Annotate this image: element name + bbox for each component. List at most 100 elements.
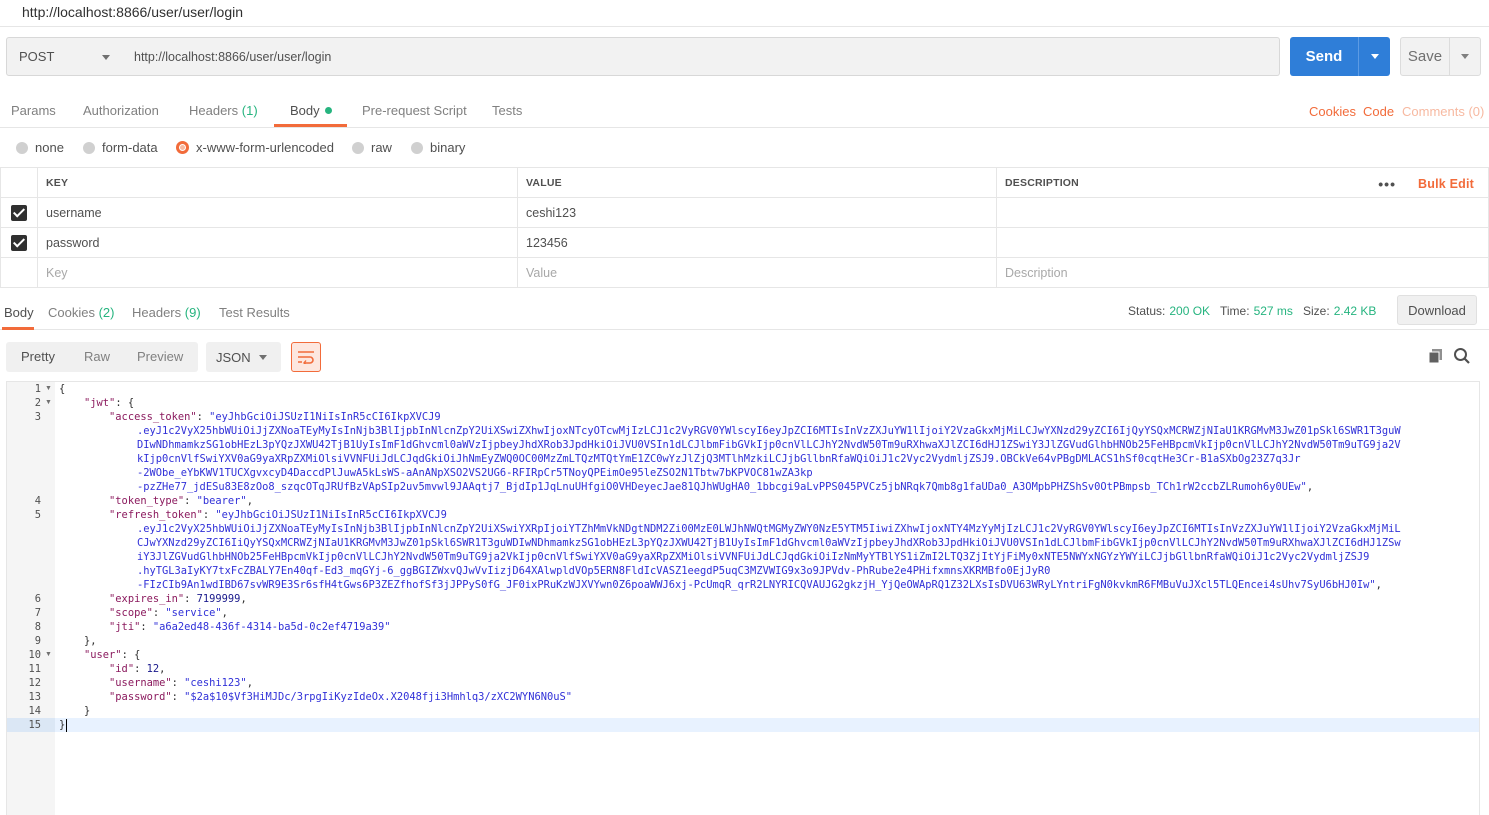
- more-options-icon[interactable]: •••: [1378, 176, 1396, 192]
- table-header-row: KEY VALUE DESCRIPTION ••• Bulk Edit: [0, 167, 1489, 198]
- key-placeholder-input[interactable]: Key: [37, 257, 518, 288]
- response-tabs: Body Cookies (2) Headers (9) Test Result…: [0, 296, 1489, 330]
- tab-response-cookies[interactable]: Cookies (2): [48, 305, 114, 320]
- checkbox-checked-icon[interactable]: [11, 234, 27, 251]
- radio-form-data[interactable]: form-data: [83, 140, 158, 155]
- active-tab-indicator: [274, 124, 347, 127]
- code-line: -FIzCIb9An1wdIBD67svWR9E3Sr6sfH4tGws6P3Z…: [137, 579, 1382, 591]
- fold-arrow-icon[interactable]: ▼: [45, 385, 52, 392]
- bulk-edit-link[interactable]: Bulk Edit: [1418, 177, 1474, 191]
- line-number: 8: [34, 621, 41, 633]
- radio-selected-icon: [176, 141, 189, 154]
- tab-headers-count: (9): [184, 305, 201, 320]
- tab-authorization[interactable]: Authorization: [83, 103, 159, 118]
- description-placeholder-input[interactable]: Description: [996, 257, 1489, 288]
- request-title: http://localhost:8866/user/user/login: [22, 4, 244, 20]
- send-label: Send: [1305, 48, 1343, 65]
- copy-icon[interactable]: [1428, 348, 1444, 364]
- line-number: 13: [28, 691, 41, 703]
- code-line: -pzZHe77_jdESu83E8zOo8_szqcOTqJRUfBzVApS…: [137, 481, 1314, 493]
- code-line: .hyTGL3aIyKY7txFcZBALY7En40qf-Ed3_mqGYj-…: [137, 565, 1051, 577]
- tab-body[interactable]: Body: [290, 103, 332, 118]
- fold-arrow-icon[interactable]: ▼: [45, 651, 52, 658]
- tab-prerequest-script[interactable]: Pre-request Script: [362, 103, 467, 118]
- view-pretty-button[interactable]: Pretty: [21, 349, 55, 364]
- wrap-lines-button[interactable]: [291, 342, 321, 372]
- radio-binary[interactable]: binary: [411, 140, 465, 155]
- radio-none[interactable]: none: [16, 140, 64, 155]
- radio-x-www-form-urlencoded[interactable]: x-www-form-urlencoded: [176, 140, 334, 155]
- view-preview-button[interactable]: Preview: [137, 349, 183, 364]
- table-row: username ceshi123: [0, 197, 1489, 228]
- radio-label: raw: [371, 140, 392, 155]
- tab-params[interactable]: Params: [11, 103, 56, 118]
- format-label: JSON: [216, 349, 251, 365]
- header-cell: [0, 167, 38, 198]
- description-cell[interactable]: [996, 197, 1489, 228]
- tab-headers[interactable]: Headers (1): [189, 103, 258, 118]
- radio-label: x-www-form-urlencoded: [196, 140, 334, 155]
- value-cell[interactable]: ceshi123: [517, 197, 997, 228]
- download-button[interactable]: Download: [1397, 295, 1477, 325]
- tab-response-headers[interactable]: Headers (9): [132, 305, 201, 320]
- search-icon[interactable]: [1453, 347, 1471, 365]
- value-cell[interactable]: 123456: [517, 227, 997, 258]
- tab-response-body[interactable]: Body: [4, 305, 34, 320]
- line-number: 9: [34, 635, 41, 647]
- code-line: "refresh_token": "eyJhbGciOiJSUzI1NiIsIn…: [109, 509, 447, 521]
- description-cell[interactable]: [996, 227, 1489, 258]
- format-select[interactable]: JSON: [206, 342, 281, 372]
- code-line: "scope": "service",: [109, 607, 228, 619]
- method-label: POST: [19, 49, 55, 64]
- radio-icon: [352, 141, 364, 154]
- code-line: "user": {: [84, 649, 141, 661]
- radio-label: none: [35, 140, 64, 155]
- view-raw-button[interactable]: Raw: [84, 349, 110, 364]
- radio-icon: [83, 141, 95, 154]
- radio-icon: [411, 141, 423, 154]
- status-value: 200 OK: [1169, 304, 1211, 318]
- url-text: http://localhost:8866/user/user/login: [134, 49, 332, 64]
- cookies-link[interactable]: Cookies: [1309, 104, 1356, 119]
- line-number: 10: [28, 649, 41, 661]
- key-cell[interactable]: password: [37, 227, 518, 258]
- line-number: 3: [34, 411, 41, 423]
- radio-raw[interactable]: raw: [352, 140, 392, 155]
- row-checkbox-cell: [0, 227, 38, 258]
- code-line: "access_token": "eyJhbGciOiJSUzI1NiIsInR…: [109, 411, 441, 423]
- divider: [0, 26, 1489, 27]
- chevron-down-icon: [1370, 54, 1379, 59]
- save-label: Save: [1407, 48, 1443, 65]
- code-line: CJwYXNzd29yZCI6IiQyYSQxMCRWZjNIaU1KRGMvM…: [137, 537, 1401, 549]
- code-line: DIwNDhmamkzSG1obHEzL3pYQzJXWU42TjB1UyIsI…: [137, 439, 1401, 451]
- code-link[interactable]: Code: [1363, 104, 1394, 119]
- code-line: "id": 12,: [109, 663, 166, 675]
- response-body-editor[interactable]: 1 2 3 4 5 6 7 8 9 10 11 12 13 14 15 ▼ ▼ …: [6, 381, 1480, 815]
- method-select[interactable]: POST: [6, 37, 123, 76]
- code-line: }: [84, 705, 91, 717]
- key-cell[interactable]: username: [37, 197, 518, 228]
- header-description: DESCRIPTION ••• Bulk Edit: [996, 167, 1489, 198]
- tab-cookies-count: (2): [98, 305, 115, 320]
- url-input[interactable]: http://localhost:8866/user/user/login: [122, 37, 1280, 76]
- code-line: }: [59, 719, 66, 731]
- line-number: 11: [28, 663, 41, 675]
- code-line: "expires_in": 7199999,: [109, 593, 247, 605]
- chevron-down-icon: [259, 355, 267, 360]
- fold-arrow-icon[interactable]: ▼: [45, 399, 52, 406]
- checkbox-checked-icon[interactable]: [11, 204, 27, 221]
- save-options-button[interactable]: [1450, 54, 1480, 59]
- save-button[interactable]: Save: [1400, 37, 1481, 76]
- text-cursor: [66, 719, 67, 732]
- tab-tests[interactable]: Tests: [492, 103, 522, 118]
- header-value: VALUE: [517, 167, 997, 198]
- header-description-label: DESCRIPTION: [1005, 176, 1079, 189]
- tab-test-results[interactable]: Test Results: [219, 305, 290, 320]
- row-checkbox-cell: [0, 197, 38, 228]
- comments-link[interactable]: Comments (0): [1402, 104, 1484, 119]
- current-line-highlight: [7, 718, 1479, 732]
- send-button[interactable]: Send: [1290, 37, 1390, 76]
- send-options-button[interactable]: [1359, 54, 1390, 59]
- value-placeholder-input[interactable]: Value: [517, 257, 997, 288]
- code-line: .eyJ1c2VyX25hbWUiOiJjZXNoaTEyMyIsInNjb3B…: [137, 425, 1401, 437]
